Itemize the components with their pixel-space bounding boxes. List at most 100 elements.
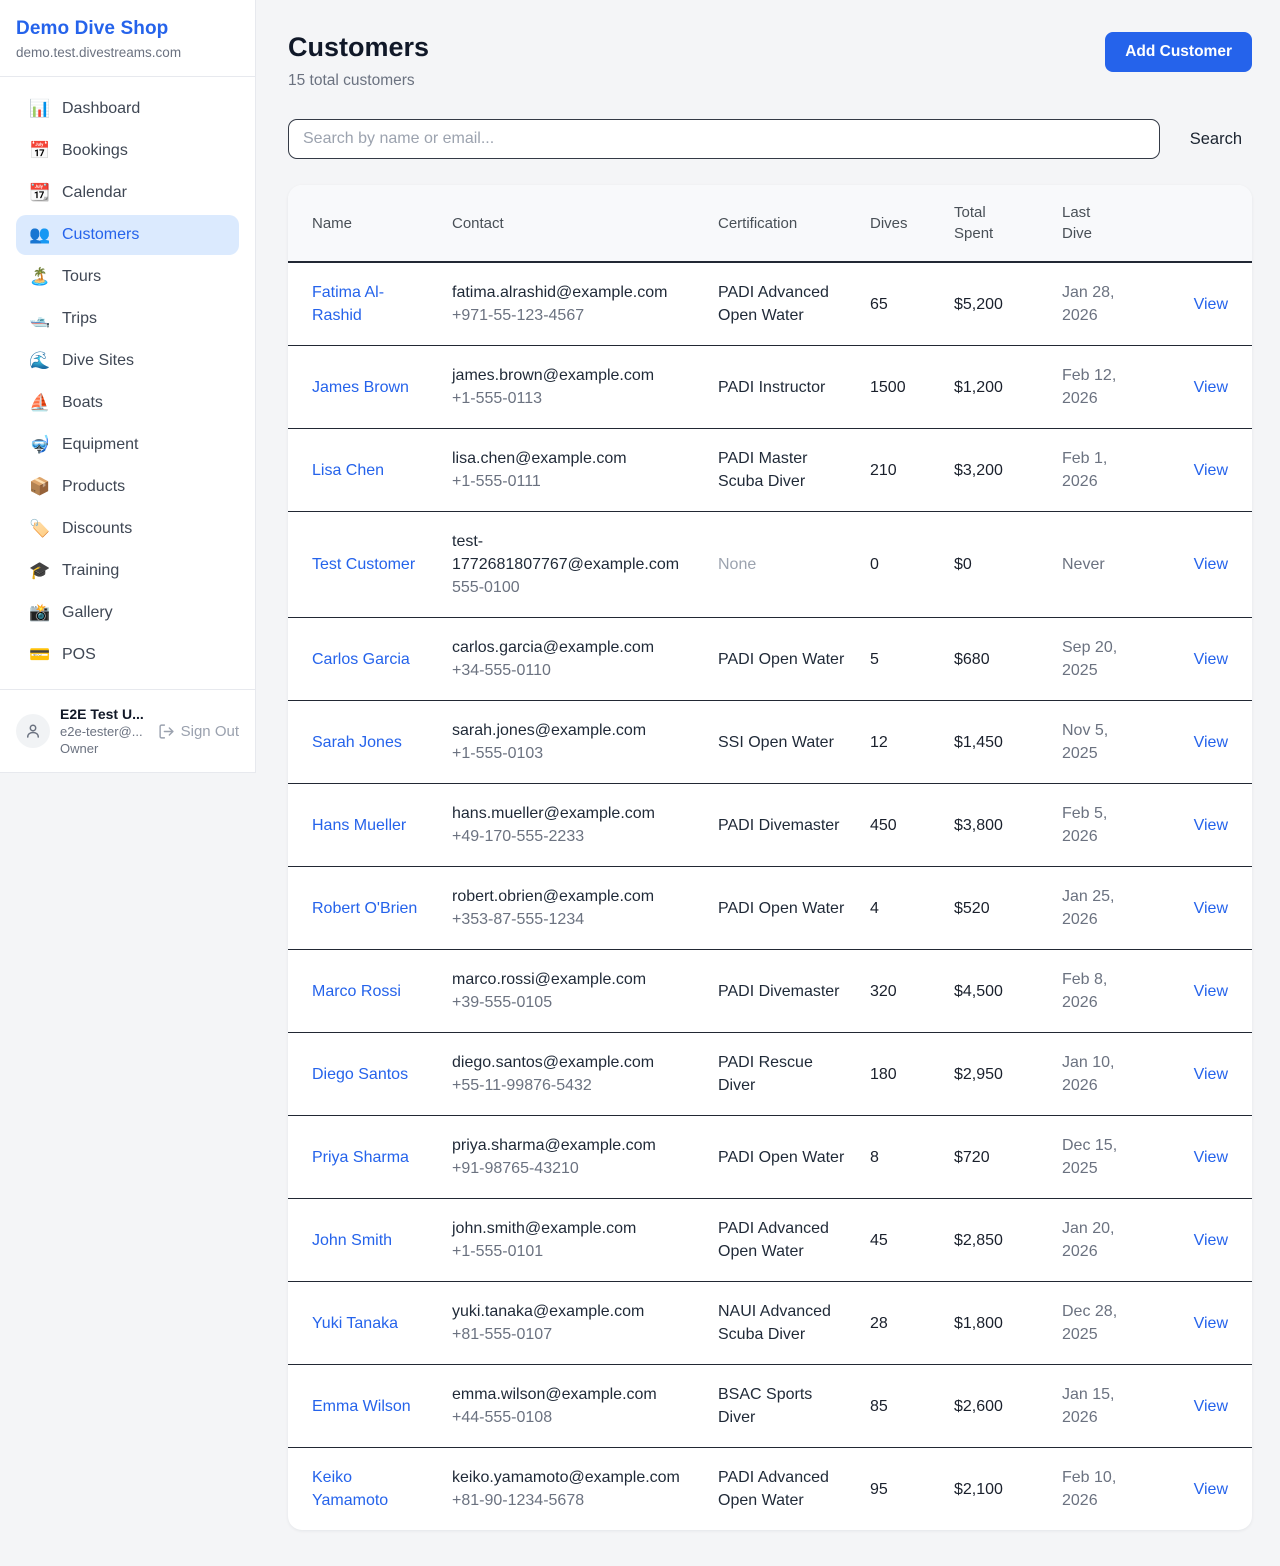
customer-phone: +1-555-0113 (452, 387, 694, 410)
view-customer-link[interactable]: View (1194, 983, 1228, 1000)
customer-email: test-1772681807767@example.com (452, 530, 694, 576)
user-name: E2E Test U... (60, 706, 148, 722)
view-customer-link[interactable]: View (1194, 734, 1228, 751)
sidebar-item-dive-sites[interactable]: 🌊 Dive Sites (16, 341, 239, 381)
customer-name-link[interactable]: Priya Sharma (312, 1149, 409, 1166)
sidebar-item-calendar[interactable]: 📆 Calendar (16, 173, 239, 213)
customer-name-link[interactable]: James Brown (312, 379, 409, 396)
brand-block: Demo Dive Shop demo.test.divestreams.com (0, 0, 255, 77)
table-row: John Smith john.smith@example.com +1-555… (288, 1199, 1252, 1282)
customer-name-link[interactable]: Keiko Yamamoto (312, 1469, 388, 1509)
sidebar-item-label: Boats (62, 394, 103, 412)
customer-dives: 0 (870, 556, 879, 573)
view-customer-link[interactable]: View (1194, 556, 1228, 573)
search-bar: Search (288, 119, 1252, 159)
customer-dives: 12 (870, 734, 888, 751)
customer-certification: PADI Divemaster (718, 983, 840, 1000)
sidebar-item-products[interactable]: 📦 Products (16, 467, 239, 507)
sidebar-item-tours[interactable]: 🏝️ Tours (16, 257, 239, 297)
customer-name-link[interactable]: Yuki Tanaka (312, 1315, 398, 1332)
view-customer-link[interactable]: View (1194, 1315, 1228, 1332)
view-customer-link[interactable]: View (1194, 1066, 1228, 1083)
sidebar-item-pos[interactable]: 💳 POS (16, 635, 239, 675)
sidebar-item-equipment[interactable]: 🤿 Equipment (16, 425, 239, 465)
add-customer-button[interactable]: Add Customer (1105, 32, 1252, 72)
customer-name-link[interactable]: John Smith (312, 1232, 392, 1249)
customer-certification: PADI Open Water (718, 651, 844, 668)
search-button[interactable]: Search (1190, 130, 1242, 149)
customer-phone: +81-90-1234-5678 (452, 1489, 694, 1512)
sidebar-item-bookings[interactable]: 📅 Bookings (16, 131, 239, 171)
customer-phone: +353-87-555-1234 (452, 908, 694, 931)
customer-name-link[interactable]: Carlos Garcia (312, 651, 410, 668)
customer-phone: +55-11-99876-5432 (452, 1074, 694, 1097)
customer-certification: PADI Rescue Diver (718, 1054, 813, 1094)
customer-certification: PADI Advanced Open Water (718, 1220, 829, 1260)
customer-email: lisa.chen@example.com (452, 447, 694, 470)
view-customer-link[interactable]: View (1194, 1398, 1228, 1415)
customer-name-link[interactable]: Marco Rossi (312, 983, 401, 1000)
sidebar-item-discounts[interactable]: 🏷️ Discounts (16, 509, 239, 549)
table-row: Lisa Chen lisa.chen@example.com +1-555-0… (288, 429, 1252, 512)
customer-name-link[interactable]: Sarah Jones (312, 734, 402, 751)
customer-phone: +49-170-555-2233 (452, 825, 694, 848)
gallery-icon: 📸 (28, 603, 52, 623)
customer-email: john.smith@example.com (452, 1217, 694, 1240)
customer-dives: 450 (870, 817, 897, 834)
sidebar-item-trips[interactable]: 🛥️ Trips (16, 299, 239, 339)
view-customer-link[interactable]: View (1194, 817, 1228, 834)
view-customer-link[interactable]: View (1194, 1481, 1228, 1498)
customer-total-spent: $2,950 (954, 1066, 1003, 1083)
sidebar-item-label: POS (62, 646, 96, 664)
sidebar-item-customers[interactable]: 👥 Customers (16, 215, 239, 255)
user-meta: E2E Test U... e2e-tester@... Owner (60, 706, 148, 756)
table-row: Keiko Yamamoto keiko.yamamoto@example.co… (288, 1448, 1252, 1531)
sidebar-item-label: Discounts (62, 520, 132, 538)
customer-last-dive: Feb 12, 2026 (1062, 367, 1116, 407)
sidebar-item-dashboard[interactable]: 📊 Dashboard (16, 89, 239, 129)
table-row: Fatima Al-Rashid fatima.alrashid@example… (288, 262, 1252, 346)
view-customer-link[interactable]: View (1194, 296, 1228, 313)
view-customer-link[interactable]: View (1194, 900, 1228, 917)
customer-name-link[interactable]: Emma Wilson (312, 1398, 411, 1415)
customer-certification: PADI Advanced Open Water (718, 1469, 829, 1509)
discounts-icon: 🏷️ (28, 519, 52, 539)
customer-certification: PADI Advanced Open Water (718, 284, 829, 324)
customer-name-link[interactable]: Hans Mueller (312, 817, 406, 834)
customer-phone: 555-0100 (452, 576, 694, 599)
customer-last-dive: Feb 1, 2026 (1062, 450, 1107, 490)
view-customer-link[interactable]: View (1194, 1232, 1228, 1249)
view-customer-link[interactable]: View (1194, 651, 1228, 668)
customer-name-link[interactable]: Robert O'Brien (312, 900, 417, 917)
customer-phone: +34-555-0110 (452, 659, 694, 682)
customer-email: james.brown@example.com (452, 364, 694, 387)
view-customer-link[interactable]: View (1194, 1149, 1228, 1166)
customer-last-dive: Jan 25, 2026 (1062, 888, 1114, 928)
page-title: Customers (288, 32, 429, 63)
sidebar-item-boats[interactable]: ⛵ Boats (16, 383, 239, 423)
customers-table: Name Contact Certification Dives Total S… (288, 185, 1252, 1530)
customer-phone: +1-555-0101 (452, 1240, 694, 1263)
view-customer-link[interactable]: View (1194, 379, 1228, 396)
customer-dives: 85 (870, 1398, 888, 1415)
view-customer-link[interactable]: View (1194, 462, 1228, 479)
customer-name-link[interactable]: Test Customer (312, 556, 415, 573)
customer-name-link[interactable]: Diego Santos (312, 1066, 408, 1083)
sidebar-item-training[interactable]: 🎓 Training (16, 551, 239, 591)
sidebar-item-gallery[interactable]: 📸 Gallery (16, 593, 239, 633)
customer-total-spent: $2,100 (954, 1481, 1003, 1498)
customer-last-dive: Dec 15, 2025 (1062, 1137, 1117, 1177)
customer-email: emma.wilson@example.com (452, 1383, 694, 1406)
customer-name-link[interactable]: Lisa Chen (312, 462, 384, 479)
column-header-certification: Certification (706, 185, 858, 262)
customer-name-link[interactable]: Fatima Al-Rashid (312, 284, 384, 324)
tours-icon: 🏝️ (28, 267, 52, 287)
sidebar-item-label: Calendar (62, 184, 127, 202)
search-input[interactable] (288, 119, 1160, 159)
sign-out-button[interactable]: Sign Out (158, 723, 239, 740)
customer-email: carlos.garcia@example.com (452, 636, 694, 659)
shop-name: Demo Dive Shop (16, 18, 239, 40)
table-row: Yuki Tanaka yuki.tanaka@example.com +81-… (288, 1282, 1252, 1365)
customer-dives: 320 (870, 983, 897, 1000)
customer-last-dive: Never (1062, 556, 1105, 573)
